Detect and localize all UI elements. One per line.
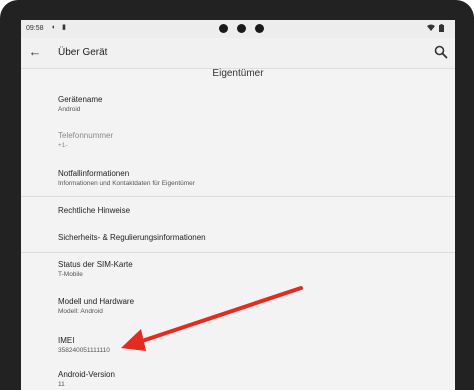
annotation-arrow	[121, 286, 303, 351]
